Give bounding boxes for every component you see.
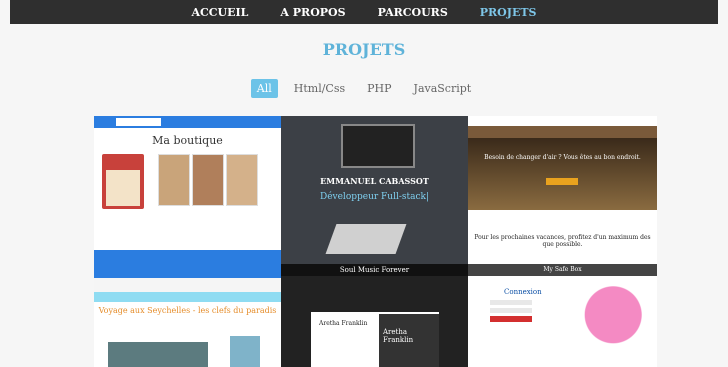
top-navbar: ACCUEIL A PROPOS PARCOURS PROJETS (10, 0, 718, 24)
project-card-voyage[interactable]: Besoin de changer d'air ? Vous êtes au b… (468, 116, 657, 264)
project-card-portfolio[interactable]: EMMANUEL CABASSOT Développeur Full-stack… (281, 116, 468, 264)
product-card (226, 154, 258, 206)
projects-grid: Ma boutique EMMANUEL CABASSOT Développeu… (94, 116, 657, 367)
portfolio-name: EMMANUEL CABASSOT (320, 176, 429, 186)
product-card (158, 154, 190, 206)
article-photo (230, 336, 260, 367)
artist-card-title: Aretha Franklin (319, 320, 368, 327)
hero-button (546, 178, 578, 185)
project-filters: All Html/Css PHP JavaScript (0, 79, 728, 98)
filter-php[interactable]: PHP (361, 79, 397, 98)
filter-javascript[interactable]: JavaScript (408, 79, 478, 98)
hero-text: Besoin de changer d'air ? Vous êtes au b… (484, 154, 641, 161)
password-field (490, 308, 532, 313)
filter-all[interactable]: All (250, 79, 278, 98)
artist-photo-label: Aretha Franklin (383, 328, 414, 344)
thumb-topbar (468, 116, 657, 126)
shop-illustration (102, 154, 144, 209)
product-card (192, 154, 224, 206)
login-title: Connexion (504, 288, 542, 296)
article-title: Voyage aux Seychelles - les clefs du par… (98, 306, 277, 315)
thumb-header: Soul Music Forever (281, 264, 468, 276)
project-card-safe-box[interactable]: My Safe Box Connexion (468, 264, 657, 367)
artist-photo: Aretha Franklin (379, 314, 439, 367)
project-card-seychelles[interactable]: Voyage aux Seychelles - les clefs du par… (94, 264, 281, 367)
thumb-subbar (94, 278, 281, 292)
keyboard-image (325, 224, 407, 254)
thumb-nav-strip (94, 292, 281, 302)
thumb-search-input (116, 118, 161, 126)
section-title: PROJETS (322, 40, 406, 59)
content-text: Pour les prochaines vacances, profitez d… (474, 234, 651, 248)
thumb-header: My Safe Box (468, 264, 657, 276)
nav-projets[interactable]: PROJETS (480, 6, 537, 19)
thumb-footer-bar (94, 250, 281, 264)
nav-a-propos[interactable]: A PROPOS (280, 6, 345, 19)
thumb-header-bar (94, 264, 281, 278)
article-image (108, 342, 208, 367)
login-field (490, 300, 532, 305)
portfolio-subtitle: Développeur Full-stack| (319, 192, 430, 202)
laptop-image (341, 124, 415, 168)
project-card-ma-boutique[interactable]: Ma boutique (94, 116, 281, 264)
project-title: Ma boutique (152, 134, 223, 147)
hero-image (468, 138, 657, 210)
filter-html-css[interactable]: Html/Css (288, 79, 351, 98)
project-card-soul-music[interactable]: Soul Music Forever Aretha Franklin Areth… (281, 264, 468, 367)
thumb-header-bar (94, 116, 281, 128)
nav-parcours[interactable]: PARCOURS (378, 6, 448, 19)
illustration (564, 280, 646, 367)
nav-accueil[interactable]: ACCUEIL (192, 6, 249, 19)
login-button (490, 316, 532, 322)
